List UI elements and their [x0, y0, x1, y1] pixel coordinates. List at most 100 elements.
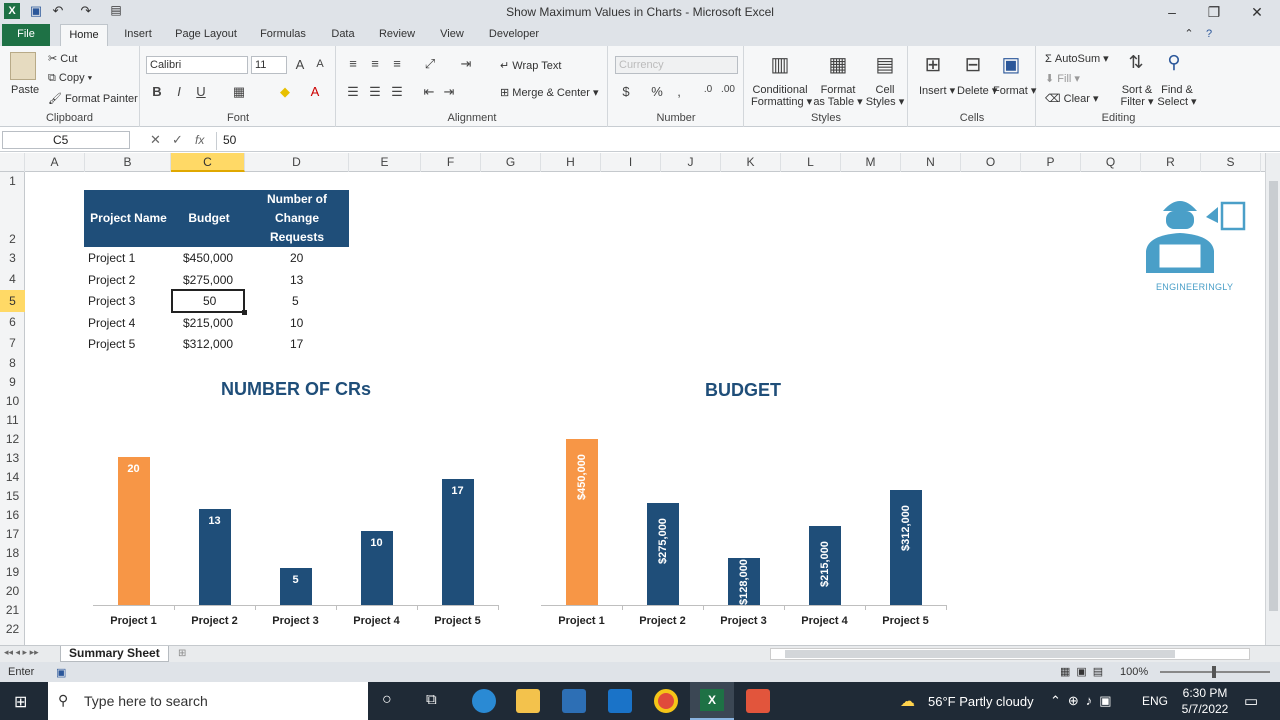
windows-start-icon[interactable]: ⊞ [14, 692, 27, 712]
row-header[interactable]: 4 [0, 269, 25, 290]
paste-icon[interactable] [10, 52, 36, 80]
cell-crs[interactable]: 10 [290, 316, 303, 330]
font-name-combo[interactable]: Calibri [146, 56, 248, 74]
row-header[interactable]: 15 [0, 487, 25, 506]
align-right-icon[interactable]: ☰ [389, 84, 405, 100]
column-header-m[interactable]: M [841, 153, 901, 172]
underline-icon[interactable]: U [193, 84, 209, 99]
tab-review[interactable]: Review [374, 24, 420, 46]
row-header[interactable]: 10 [0, 392, 25, 411]
cell-budget[interactable]: $275,000 [183, 273, 233, 287]
clock-date[interactable]: 5/7/2022 [1174, 702, 1236, 716]
store-icon[interactable] [562, 689, 586, 713]
column-header-q[interactable]: Q [1081, 153, 1141, 172]
formula-input[interactable]: 50 [216, 132, 1276, 150]
row-header[interactable]: 12 [0, 430, 25, 449]
row-header[interactable]: 21 [0, 601, 25, 620]
font-color-icon[interactable]: A [307, 84, 323, 99]
weather-text[interactable]: 56°F Partly cloudy [928, 694, 1034, 709]
row-header[interactable]: 13 [0, 449, 25, 468]
tab-formulas[interactable]: Formulas [255, 24, 311, 46]
minimize-ribbon-icon[interactable]: ⌃ [1182, 24, 1196, 46]
decrease-indent-icon[interactable]: ⇤ [421, 84, 437, 100]
cell-project[interactable]: Project 3 [88, 294, 135, 308]
align-center-icon[interactable]: ☰ [367, 84, 383, 100]
column-header-n[interactable]: N [901, 153, 961, 172]
format-painter-button[interactable]: 🖌 Format Painter [48, 92, 138, 105]
column-header-d[interactable]: D [245, 153, 349, 172]
mail-icon[interactable] [608, 689, 632, 713]
chart-bar[interactable] [441, 479, 474, 605]
column-header-l[interactable]: L [781, 153, 841, 172]
row-header[interactable]: 7 [0, 333, 25, 354]
merge-center-button[interactable]: ⊞ Merge & Center ▾ [500, 86, 599, 99]
horizontal-scrollbar[interactable] [770, 648, 1250, 660]
conditional-formatting-button[interactable]: Conditional Formatting ▾ [751, 84, 812, 108]
align-left-icon[interactable]: ☰ [345, 84, 361, 100]
select-all-corner[interactable] [0, 153, 25, 172]
delete-cells-button[interactable]: Delete ▾ [957, 84, 997, 97]
zoom-level[interactable]: 100% [1120, 666, 1148, 678]
cell-project[interactable]: Project 1 [88, 251, 135, 265]
borders-icon[interactable]: ▦ [231, 84, 247, 100]
header-change-requests[interactable]: Number of Change Requests [245, 190, 349, 247]
percent-button[interactable]: % [649, 84, 665, 99]
clock-time[interactable]: 6:30 PM [1180, 686, 1230, 700]
minimize-icon[interactable]: – [1162, 4, 1182, 20]
column-header-i[interactable]: I [601, 153, 661, 172]
cell-project[interactable]: Project 2 [88, 273, 135, 287]
column-header-s[interactable]: S [1201, 153, 1261, 172]
column-header-h[interactable]: H [541, 153, 601, 172]
tab-home[interactable]: Home [60, 24, 108, 46]
row-header[interactable]: 6 [0, 312, 25, 333]
taskbar-search[interactable]: ⚲ Type here to search [48, 682, 368, 720]
header-project-name[interactable]: Project Name [84, 190, 173, 247]
chrome-icon[interactable] [654, 689, 678, 713]
row-header[interactable]: 2 [0, 191, 25, 248]
file-explorer-icon[interactable] [516, 689, 540, 713]
cell-crs[interactable]: 13 [290, 273, 303, 287]
row-header[interactable]: 5 [0, 290, 25, 312]
new-sheet-icon[interactable]: ⊞ [178, 648, 186, 659]
cell-styles-button[interactable]: Cell Styles ▾ [865, 84, 905, 108]
excel-taskbar-button[interactable]: X [690, 682, 734, 720]
close-icon[interactable]: ✕ [1247, 4, 1267, 20]
cell-budget[interactable]: $312,000 [183, 337, 233, 351]
tab-developer[interactable]: Developer [484, 24, 544, 46]
restore-icon[interactable]: ❐ [1204, 4, 1224, 20]
copy-button[interactable]: ⧉ Copy ▾ [48, 72, 92, 85]
cancel-edit-icon[interactable]: ✕ [150, 132, 161, 148]
indent-icon[interactable]: ⇥ [457, 56, 475, 72]
sort-filter-button[interactable]: Sort & Filter ▾ [1117, 84, 1157, 108]
align-top-icon[interactable]: ≡ [345, 56, 361, 71]
cell-budget[interactable]: $215,000 [183, 316, 233, 330]
vertical-scrollbar[interactable] [1265, 153, 1280, 645]
cortana-icon[interactable]: ○ [382, 691, 392, 709]
row-header[interactable]: 18 [0, 544, 25, 563]
row-header[interactable]: 11 [0, 411, 25, 430]
increase-decimal-icon[interactable]: .0 [699, 84, 717, 95]
cell-crs[interactable]: 20 [290, 251, 303, 265]
decrease-decimal-icon[interactable]: .00 [719, 84, 737, 95]
row-header[interactable]: 9 [0, 373, 25, 392]
name-box[interactable]: C5 [2, 131, 130, 149]
comma-button[interactable]: , [673, 84, 685, 99]
macro-record-icon[interactable]: ▣ [56, 666, 66, 679]
grow-font-icon[interactable]: A [291, 57, 309, 72]
bold-icon[interactable]: B [149, 84, 165, 99]
zoom-slider-thumb[interactable] [1212, 666, 1216, 678]
cell-project[interactable]: Project 5 [88, 337, 135, 351]
zoom-slider[interactable] [1160, 666, 1270, 678]
view-buttons[interactable]: ▦▣▤ [1060, 665, 1109, 678]
weather-icon[interactable]: ☁ [900, 692, 915, 710]
column-header-p[interactable]: P [1021, 153, 1081, 172]
column-header-g[interactable]: G [481, 153, 541, 172]
column-header-b[interactable]: B [85, 153, 171, 172]
hscroll-thumb[interactable] [785, 650, 1175, 658]
insert-cells-button[interactable]: Insert ▾ [919, 84, 955, 97]
language-indicator[interactable]: ENG [1142, 694, 1168, 708]
column-header-e[interactable]: E [349, 153, 421, 172]
cell-crs[interactable]: 17 [290, 337, 303, 351]
align-bottom-icon[interactable]: ≡ [389, 56, 405, 71]
column-header-k[interactable]: K [721, 153, 781, 172]
